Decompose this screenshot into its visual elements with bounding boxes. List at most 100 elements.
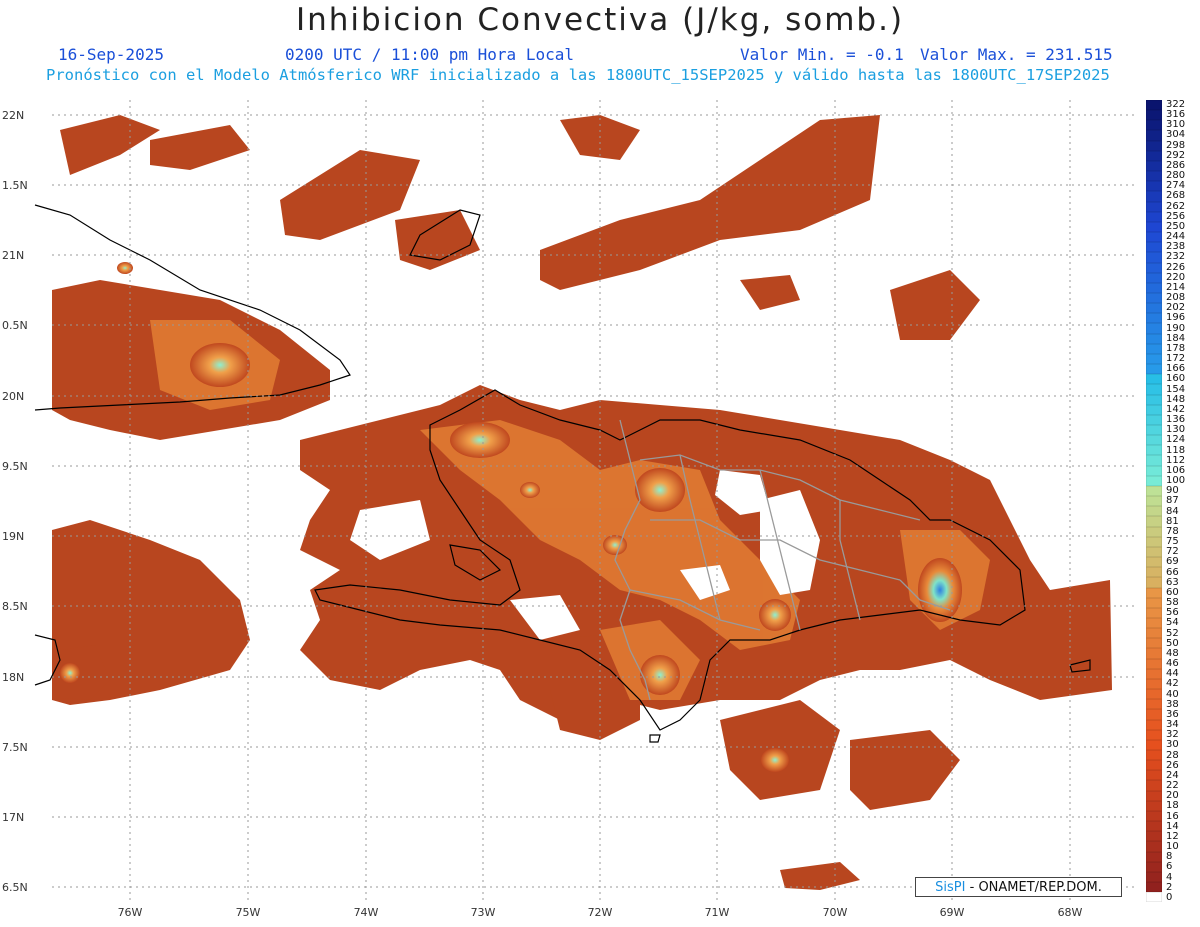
colorbar-tick-label: 87	[1166, 495, 1179, 507]
colorbar-cell	[1146, 130, 1162, 141]
lat-label-20n: 20N	[2, 390, 25, 403]
colorbar-cell	[1146, 760, 1162, 771]
colorbar-cell	[1146, 414, 1162, 425]
colorbar-cell	[1146, 485, 1162, 497]
colorbar-cell	[1146, 729, 1162, 740]
colorbar-tick-label: 4	[1166, 871, 1173, 883]
colorbar-cell	[1146, 252, 1162, 263]
colorbar-cell	[1146, 191, 1162, 202]
colorbar-cell	[1146, 800, 1162, 811]
colorbar-cell	[1146, 628, 1162, 639]
lon-label-72w: 72W	[587, 906, 613, 919]
colorbar-cell	[1146, 455, 1162, 466]
colorbar-tick-label: 196	[1166, 312, 1186, 324]
colorbar-cell	[1146, 364, 1162, 375]
lat-label-20-5n: 0.5N	[2, 319, 28, 332]
lat-label-18n: 18N	[2, 671, 25, 684]
lon-label-76w: 76W	[117, 906, 143, 919]
colorbar-cell	[1146, 557, 1162, 568]
colorbar-tick-label: 0	[1166, 891, 1173, 903]
colorbar-cell	[1146, 384, 1162, 395]
colorbar-cell	[1146, 577, 1162, 588]
colorbar-cell	[1146, 232, 1162, 243]
credit-box: SisPI - ONAMET/REP.DOM.	[915, 877, 1122, 897]
colorbar-cell	[1146, 770, 1162, 781]
colorbar-cell	[1146, 394, 1162, 405]
colorbar-cell	[1146, 546, 1162, 558]
colorbar-tick-label: 268	[1166, 190, 1186, 202]
colorbar-cell	[1146, 343, 1162, 354]
lat-label-17-5n: 7.5N	[2, 741, 28, 754]
colorbar-cell	[1146, 465, 1162, 476]
lon-label-70w: 70W	[822, 906, 848, 919]
colorbar-cell	[1146, 292, 1162, 304]
colorbar-cell	[1146, 150, 1162, 161]
lon-label-68w: 68W	[1057, 906, 1083, 919]
colorbar	[1146, 100, 1162, 903]
sispi-logo: SisPI	[935, 880, 966, 895]
colorbar-cell	[1146, 221, 1162, 233]
colorbar-cell	[1146, 353, 1162, 365]
colorbar-cell	[1146, 171, 1162, 182]
colorbar-cell	[1146, 303, 1162, 314]
colorbar-cell	[1146, 831, 1162, 842]
colorbar-cell	[1146, 201, 1162, 212]
forecast-map	[34, 100, 1136, 900]
colorbar-cell	[1146, 140, 1162, 151]
colorbar-cell	[1146, 617, 1162, 629]
colorbar-cell	[1146, 821, 1162, 832]
colorbar-cell	[1146, 810, 1162, 822]
colorbar-cell	[1146, 790, 1162, 801]
lat-label-16-5n: 6.5N	[2, 881, 28, 894]
colorbar-cell	[1146, 536, 1162, 547]
colorbar-tick-label: 232	[1166, 251, 1186, 263]
colorbar-cell	[1146, 211, 1162, 222]
colorbar-cell	[1146, 120, 1162, 131]
colorbar-cell	[1146, 648, 1162, 659]
colorbar-cell	[1146, 861, 1162, 872]
colorbar-tick-label: 160	[1166, 373, 1186, 385]
colorbar-cell	[1146, 435, 1162, 446]
lat-label-22n: 22N	[2, 109, 25, 122]
colorbar-cell	[1146, 506, 1162, 517]
colorbar-cell	[1146, 678, 1162, 690]
colorbar-cell	[1146, 282, 1162, 293]
colorbar-cell	[1146, 160, 1162, 172]
colorbar-cell	[1146, 272, 1162, 283]
colorbar-cell	[1146, 425, 1162, 436]
colorbar-cell	[1146, 668, 1162, 679]
lat-label-21-5n: 1.5N	[2, 179, 28, 192]
colorbar-tick-label: 6	[1166, 861, 1173, 873]
colorbar-cell	[1146, 750, 1162, 761]
colorbar-cell	[1146, 496, 1162, 507]
colorbar-cell	[1146, 313, 1162, 324]
colorbar-cell	[1146, 445, 1162, 456]
colorbar-cell	[1146, 709, 1162, 720]
colorbar-cell	[1146, 607, 1162, 618]
colorbar-cell	[1146, 516, 1162, 527]
colorbar-cell	[1146, 597, 1162, 608]
lon-label-73w: 73W	[470, 906, 496, 919]
colorbar-cell	[1146, 780, 1162, 791]
colorbar-tick-label: 304	[1166, 129, 1186, 141]
lat-label-21n: 21N	[2, 249, 25, 262]
colorbar-tick-label: 54	[1166, 617, 1179, 629]
lon-label-69w: 69W	[939, 906, 965, 919]
colorbar-cell	[1146, 242, 1162, 253]
colorbar-cell	[1146, 658, 1162, 669]
lon-label-75w: 75W	[235, 906, 261, 919]
lat-label-19n: 19N	[2, 530, 25, 543]
colorbar-cell	[1146, 882, 1162, 893]
colorbar-tick-label: 42	[1166, 678, 1179, 690]
colorbar-cell	[1146, 110, 1162, 121]
colorbar-tick-label: 69	[1166, 556, 1179, 568]
colorbar-cell	[1146, 100, 1162, 111]
colorbar-cell	[1146, 475, 1162, 486]
lat-label-18-5n: 8.5N	[2, 600, 28, 613]
colorbar-cell	[1146, 323, 1162, 334]
colorbar-cell	[1146, 181, 1162, 192]
colorbar-cell	[1146, 689, 1162, 700]
colorbar-tick-label: 18	[1166, 800, 1179, 812]
colorbar-cell	[1146, 404, 1162, 415]
colorbar-cell	[1146, 333, 1162, 344]
